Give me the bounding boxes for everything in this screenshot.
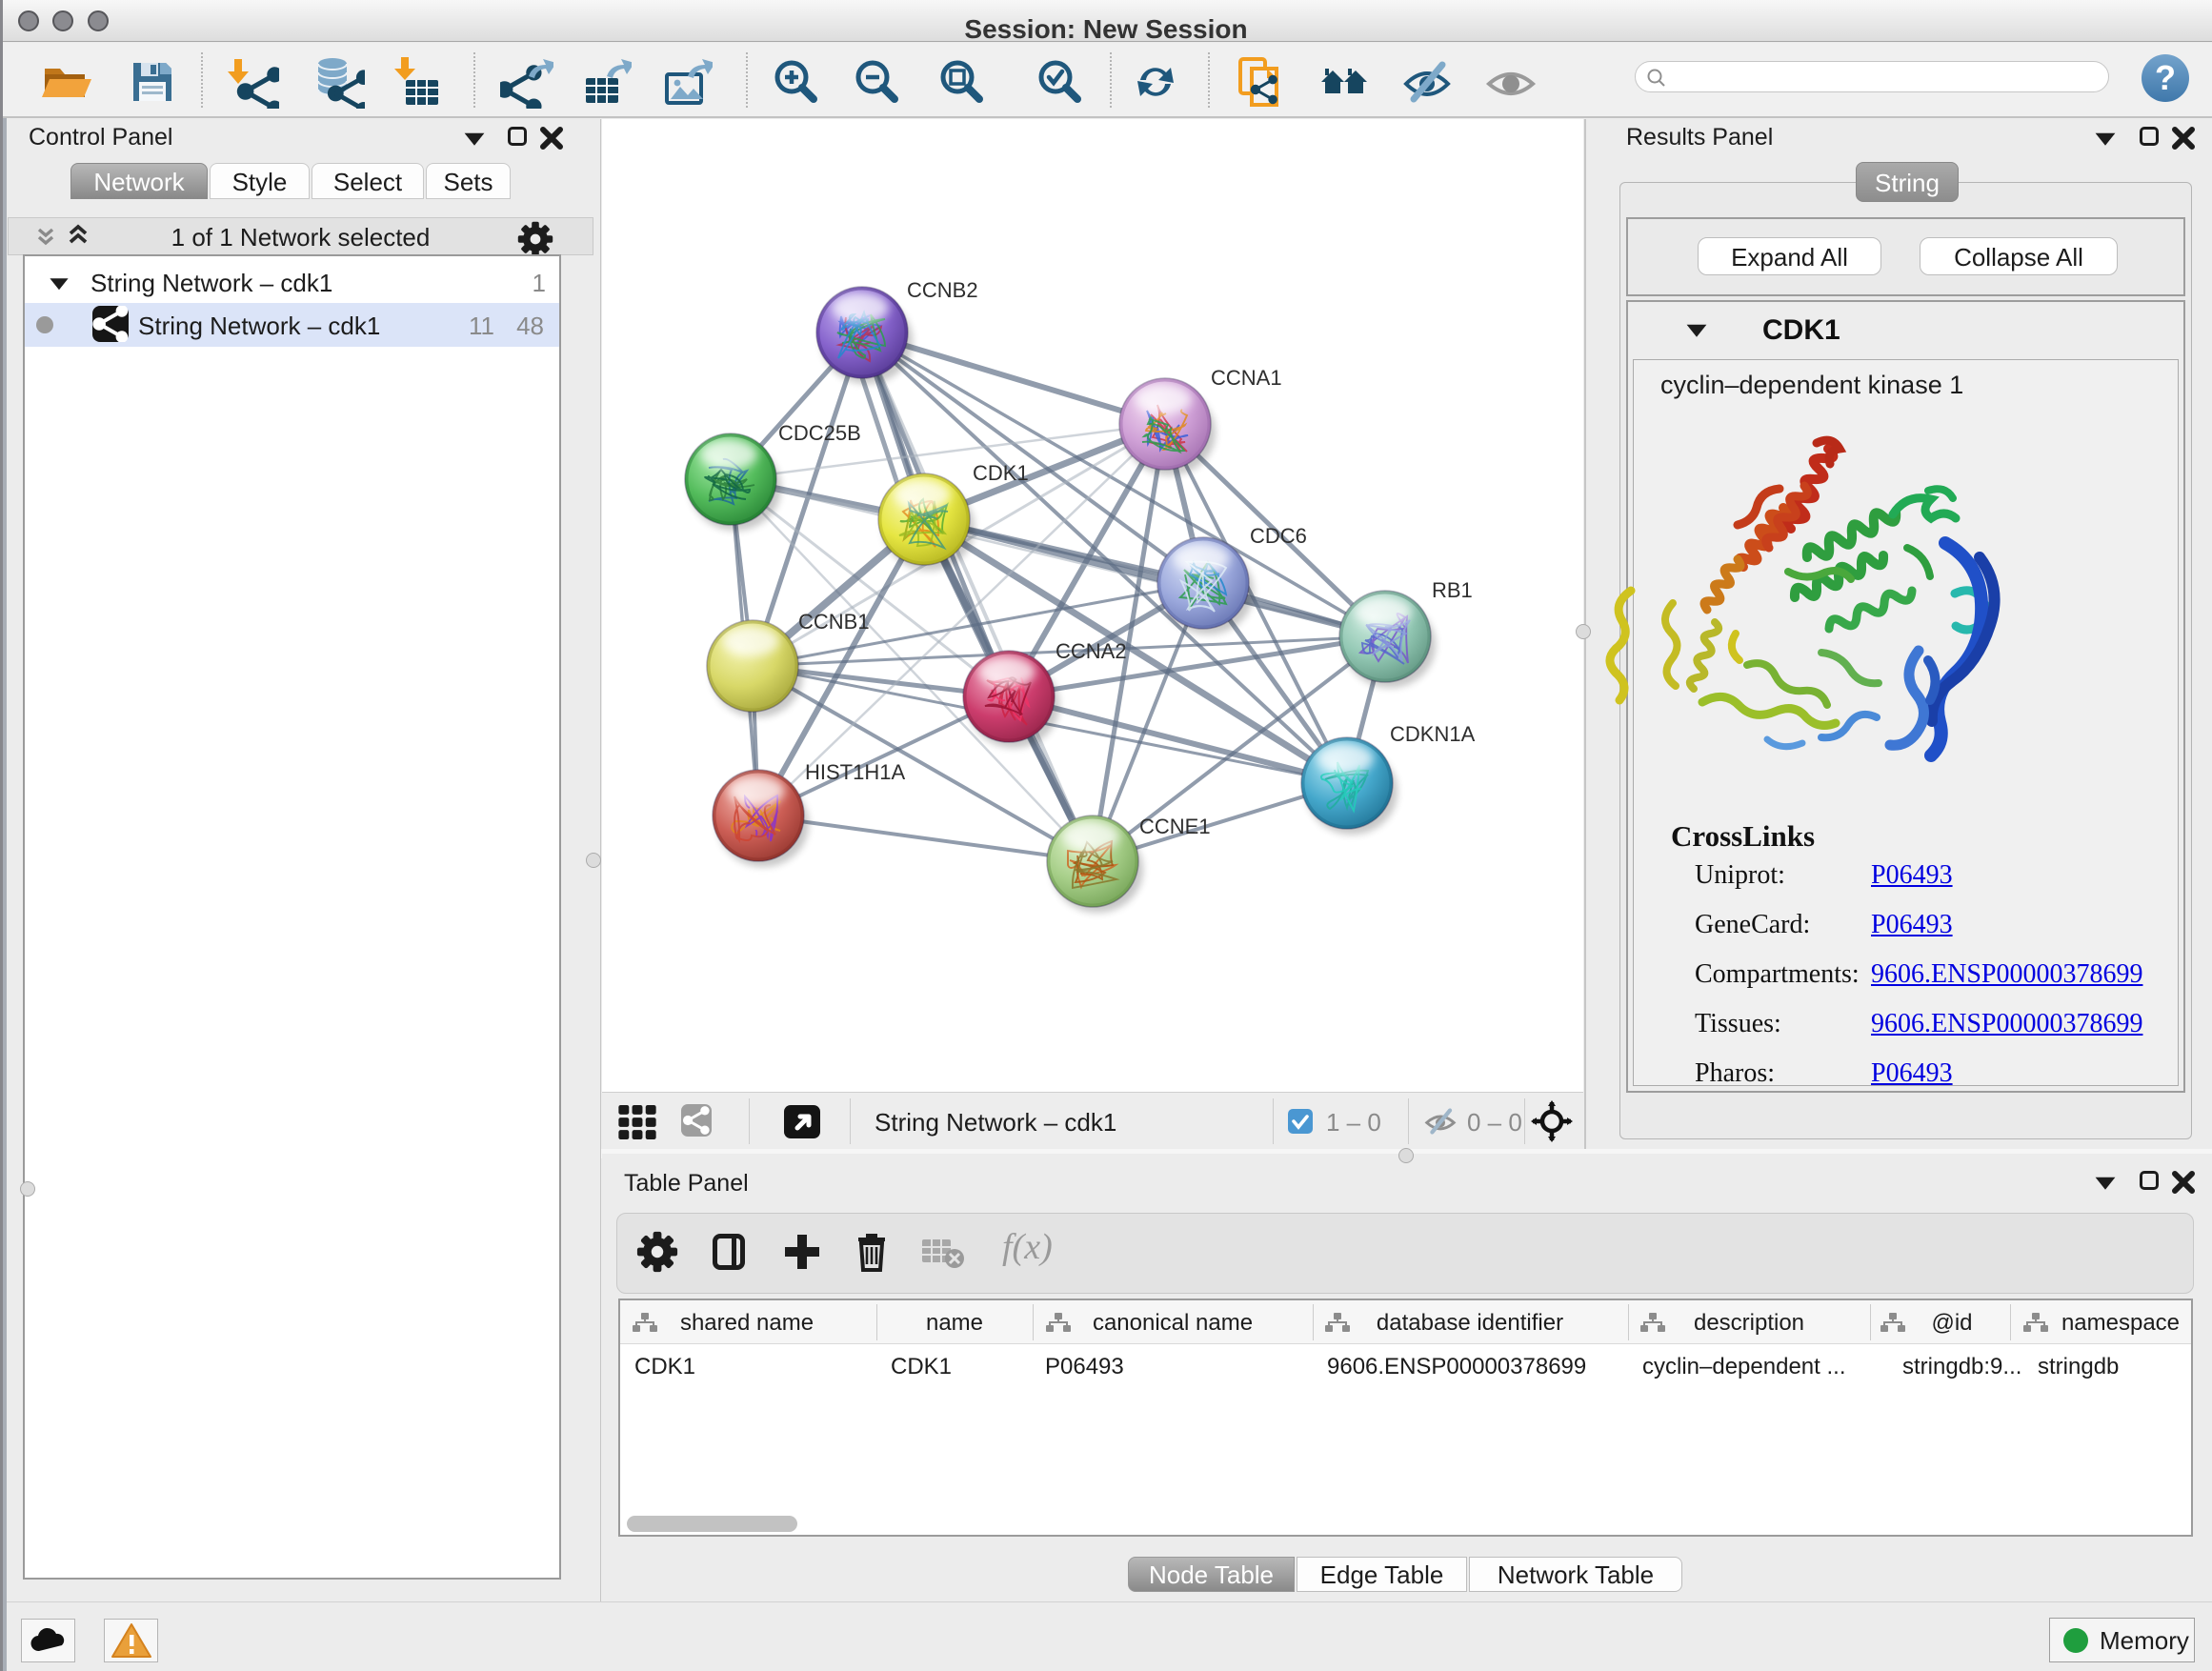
svg-text:RB1: RB1 [1432,578,1473,602]
svg-text:CCNA2: CCNA2 [1056,639,1127,663]
svg-text:?: ? [2155,58,2176,97]
svg-text:CDC6: CDC6 [1250,524,1307,548]
svg-text:CCNB2: CCNB2 [907,278,978,302]
svg-text:HIST1H1A: HIST1H1A [805,760,905,784]
svg-text:CDC25B: CDC25B [778,421,861,445]
svg-text:CDKN1A: CDKN1A [1390,722,1476,746]
svg-text:CDK1: CDK1 [973,461,1029,485]
svg-text:CCNA1: CCNA1 [1211,366,1282,390]
svg-text:CCNE1: CCNE1 [1139,815,1211,838]
svg-text:CCNB1: CCNB1 [798,610,870,634]
